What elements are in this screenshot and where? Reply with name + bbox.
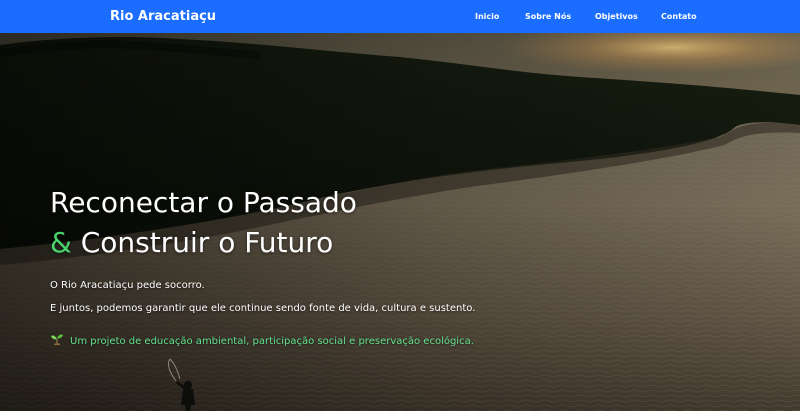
nav-link-sobre-nos[interactable]: Sobre Nós [525,11,571,23]
hero-tagline: Um projeto de educação ambiental, partic… [50,333,610,349]
navbar: Rio Aracatiaçu Inicio Sobre Nós Objetivo… [0,0,800,33]
hero-content: Reconectar o Passado & Construir o Futur… [50,183,610,349]
hero-headline: Reconectar o Passado & Construir o Futur… [50,183,610,263]
headline-line2: Construir o Futuro [80,226,334,259]
hero-section: Reconectar o Passado & Construir o Futur… [0,33,800,411]
nav-link-objetivos[interactable]: Objetivos [595,11,638,23]
seedling-icon [51,334,63,345]
nav-link-contato[interactable]: Contato [661,11,697,23]
tagline-text: Um projeto de educação ambiental, partic… [70,336,474,347]
hero-paragraph-2: E juntos, podemos garantir que ele conti… [50,303,476,314]
brand-logo-text[interactable]: Rio Aracatiaçu [110,8,216,25]
headline-ampersand: & [50,226,72,259]
headline-line1: Reconectar o Passado [50,186,357,219]
hero-paragraph-1: O Rio Aracatiaçu pede socorro. [50,280,205,291]
nav-link-inicio[interactable]: Inicio [475,11,499,23]
